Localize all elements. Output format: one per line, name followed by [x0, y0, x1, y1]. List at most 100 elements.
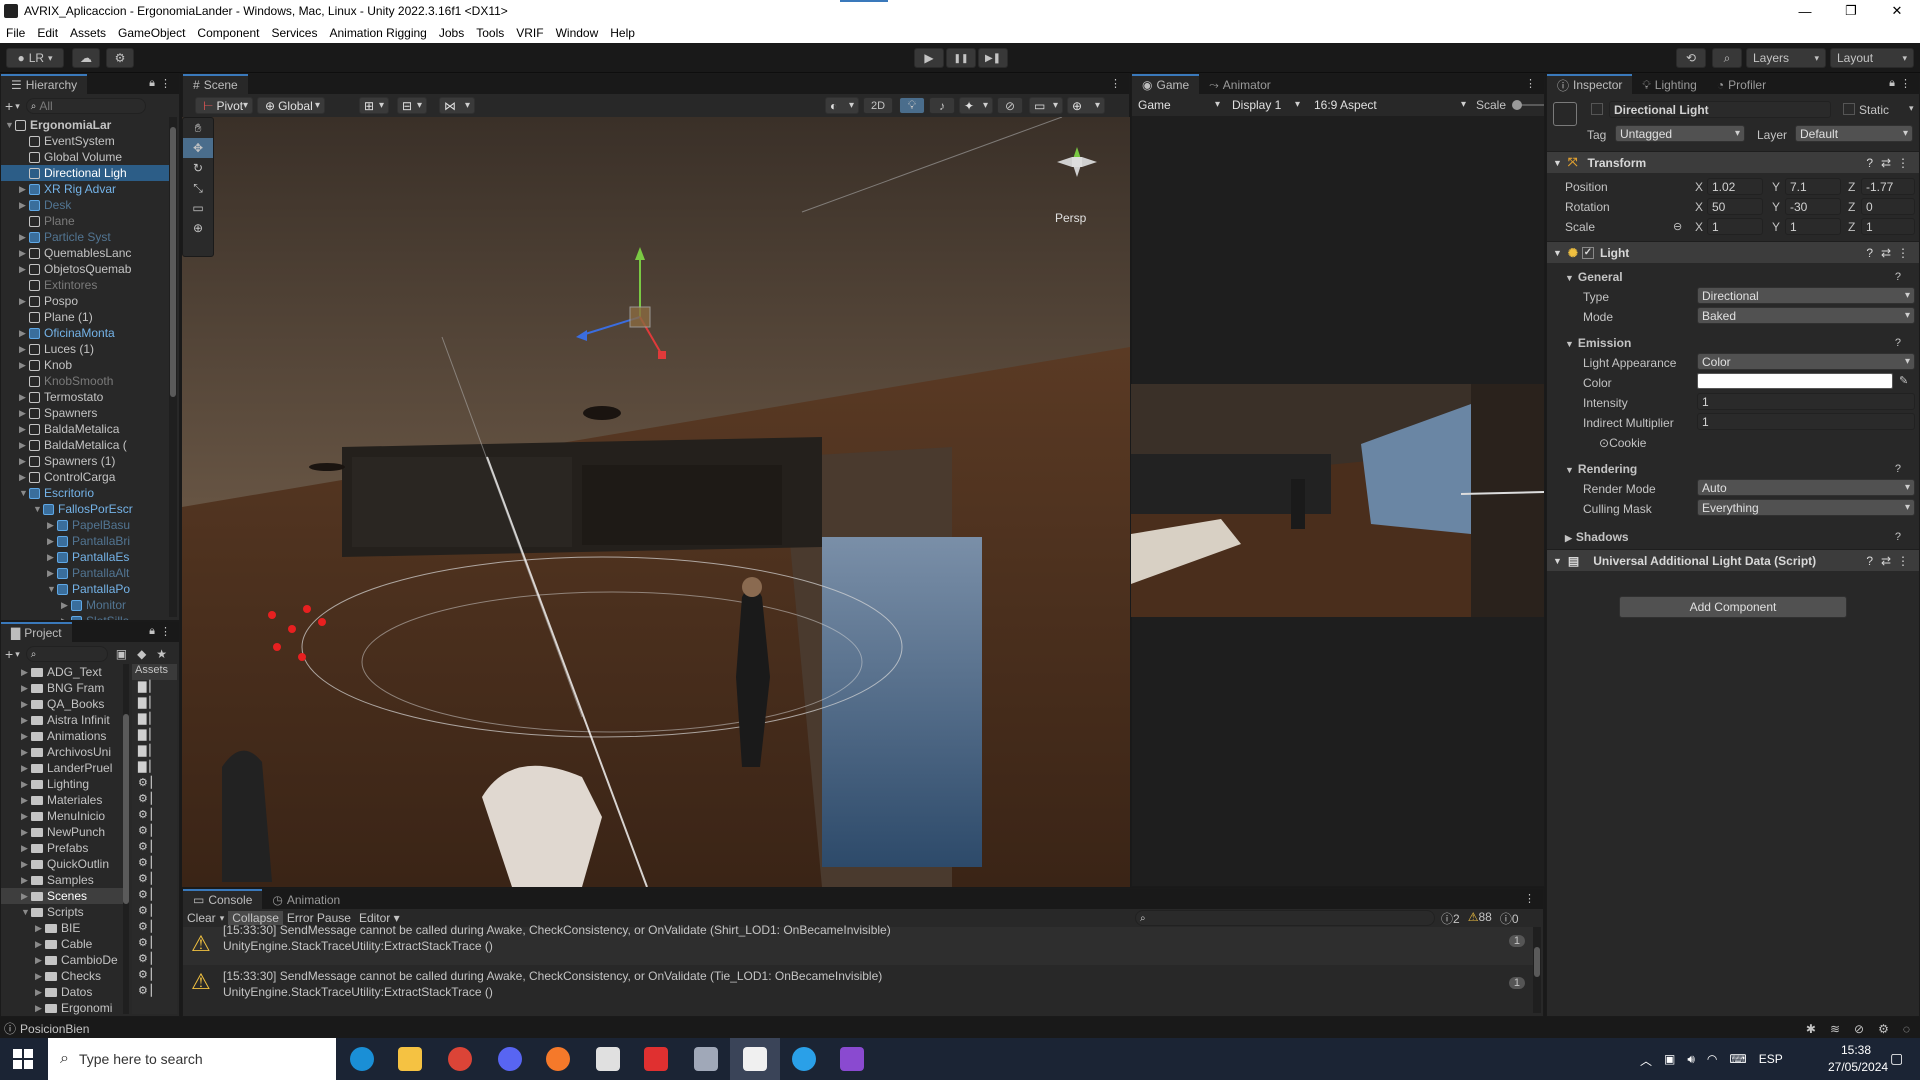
urp-light-data-header[interactable]: ▼ ▤ Universal Additional Light Data (Scr…	[1547, 549, 1919, 571]
chevron-up-icon[interactable]: ︿	[1640, 1052, 1652, 1069]
light-appearance-dropdown[interactable]: Color	[1697, 353, 1915, 370]
project-folder[interactable]: ▶ Aistra Infinit	[1, 712, 125, 728]
hierarchy-item[interactable]: ▶ Desk	[1, 197, 169, 213]
hidden-objects-icon[interactable]: ⊘	[997, 97, 1023, 114]
folder-icon[interactable]: ▇ ▏	[132, 760, 177, 776]
hierarchy-item[interactable]: ▶ SlotSilla	[1, 613, 169, 620]
breadcrumb[interactable]: Assets	[132, 664, 177, 680]
tab-scene[interactable]: # Scene	[183, 74, 248, 94]
unity-asset-icon[interactable]: ⚙ ▏	[132, 952, 177, 968]
tab-profiler[interactable]: ◔ Profiler	[1706, 74, 1777, 94]
transform-tool-icon[interactable]: ⊕	[183, 218, 213, 238]
expand-arrow-icon[interactable]: ▶	[19, 248, 29, 259]
hierarchy-item[interactable]: ▶ ControlCarga	[1, 469, 169, 485]
tab-game[interactable]: ◉ Game	[1132, 74, 1200, 94]
display-dropdown[interactable]: Display 1	[1228, 96, 1304, 113]
active-checkbox[interactable]	[1591, 103, 1603, 115]
expand-arrow-icon[interactable]: ▶	[19, 264, 29, 275]
add-icon[interactable]: +	[5, 646, 13, 662]
menu-window[interactable]: Window	[550, 26, 605, 40]
hierarchy-item[interactable]: ▼ ErgonomiaLar	[1, 117, 169, 133]
perspective-label[interactable]: Persp	[1055, 211, 1086, 225]
menu-animation-rigging[interactable]: Animation Rigging	[323, 26, 432, 40]
scale-x-field[interactable]: 1	[1707, 218, 1763, 235]
hierarchy-item[interactable]: ▶ BaldaMetalica (	[1, 437, 169, 453]
folder-icon[interactable]: ▇ ▏	[132, 744, 177, 760]
console-entry[interactable]: ⚠ [15:33:30] SendMessage cannot be calle…	[183, 965, 1533, 1003]
search-icon[interactable]: ⌕	[1712, 48, 1742, 68]
hierarchy-item[interactable]: ▶ ObjetosQuemab	[1, 261, 169, 277]
expand-arrow-icon[interactable]: ▼	[19, 488, 29, 498]
unity-asset-icon[interactable]: ⚙ ▏	[132, 792, 177, 808]
clear-options-icon[interactable]: ▾	[220, 913, 225, 924]
expand-arrow-icon[interactable]: ▶	[21, 859, 31, 870]
filter-label-icon[interactable]: ◆	[137, 647, 146, 661]
hierarchy-item[interactable]: Global Volume	[1, 149, 169, 165]
project-folder[interactable]: ▶ Datos	[1, 984, 125, 1000]
more-icon[interactable]: ⋮	[1524, 892, 1535, 905]
project-search-input[interactable]: ⌕	[25, 646, 108, 662]
game-view-render[interactable]	[1131, 384, 1544, 617]
expand-arrow-icon[interactable]: ▶	[19, 472, 29, 483]
volume-icon[interactable]: 🔊︎	[1687, 1052, 1695, 1069]
intensity-field[interactable]: 1	[1697, 393, 1915, 410]
hierarchy-item[interactable]: ▶ BaldaMetalica	[1, 421, 169, 437]
filter-type-icon[interactable]: ▣	[116, 647, 127, 661]
project-folder[interactable]: ▶ MenuInicio	[1, 808, 125, 824]
oculus-icon[interactable]	[792, 1047, 816, 1071]
expand-arrow-icon[interactable]: ▶	[35, 955, 45, 966]
file-explorer-icon[interactable]	[398, 1047, 422, 1071]
static-dropdown-icon[interactable]: ▾	[1909, 103, 1914, 114]
position-y-field[interactable]: 7.1	[1785, 178, 1841, 195]
scene-viewport[interactable]: ✋︎ ✥ ↻ ⤡ ▭ ⊕ Persp	[182, 117, 1130, 887]
tab-animator[interactable]: ⤳ Animator	[1199, 74, 1281, 94]
expand-arrow-icon[interactable]: ▶	[35, 1003, 45, 1014]
expand-arrow-icon[interactable]: ▶	[47, 520, 57, 531]
expand-arrow-icon[interactable]: ▶	[19, 392, 29, 403]
cache-icon[interactable]: ≋	[1830, 1022, 1840, 1036]
game-view-dropdown[interactable]: Game	[1134, 96, 1224, 113]
expand-arrow-icon[interactable]: ▶	[21, 715, 31, 726]
hierarchy-item[interactable]: ▶ PapelBasu	[1, 517, 169, 533]
hierarchy-item[interactable]: ▶ Termostato	[1, 389, 169, 405]
menu-gameobject[interactable]: GameObject	[112, 26, 191, 40]
expand-arrow-icon[interactable]: ▶	[47, 536, 57, 547]
scale-z-field[interactable]: 1	[1861, 218, 1915, 235]
maximize-button[interactable]: ❐	[1828, 0, 1874, 22]
error-count-toggle[interactable]: ⓘ0	[1500, 910, 1519, 927]
expand-arrow-icon[interactable]: ▼	[33, 504, 43, 514]
expand-arrow-icon[interactable]: ▶	[19, 344, 29, 355]
unity-asset-icon[interactable]: ⚙ ▏	[132, 888, 177, 904]
global-dropdown[interactable]: ⊕ Global	[257, 97, 325, 114]
hierarchy-item[interactable]: ▶ OficinaMonta	[1, 325, 169, 341]
scale-tool-icon[interactable]: ⤡	[183, 178, 213, 198]
expand-arrow-icon[interactable]: ▶	[19, 296, 29, 307]
static-checkbox[interactable]	[1843, 103, 1855, 115]
expand-arrow-icon[interactable]: ▼	[5, 120, 15, 130]
edge-icon[interactable]	[350, 1047, 374, 1071]
collab-settings-icon[interactable]: ⚙	[106, 48, 134, 68]
clear-button[interactable]: Clear	[183, 911, 220, 925]
hierarchy-item[interactable]: Plane (1)	[1, 309, 169, 325]
expand-arrow-icon[interactable]: ▶	[19, 424, 29, 435]
hand-tool-icon[interactable]: ✋︎	[183, 118, 213, 138]
lock-icon[interactable]: 🔒︎	[149, 77, 155, 90]
hierarchy-item[interactable]: Plane	[1, 213, 169, 229]
unity-asset-icon[interactable]: ⚙ ▏	[132, 968, 177, 984]
folder-icon[interactable]: ▇ ▏	[132, 712, 177, 728]
grid-visibility-icon[interactable]: ⊟	[397, 97, 427, 114]
warning-count-toggle[interactable]: ⚠88	[1468, 910, 1492, 927]
help-icon[interactable]: ?	[1895, 531, 1901, 543]
more-icon[interactable]: ⋮	[1110, 77, 1121, 90]
tab-project[interactable]: ▇ Project	[1, 622, 72, 642]
project-folder[interactable]: ▶ QA_Books	[1, 696, 125, 712]
app-icon[interactable]	[694, 1047, 718, 1071]
camera-settings-icon[interactable]: ▭	[1029, 97, 1063, 114]
hierarchy-item[interactable]: ▶ QuemablesLanc	[1, 245, 169, 261]
windows-start-icon[interactable]	[12, 1048, 34, 1070]
hierarchy-item[interactable]: ▶ Monitor	[1, 597, 169, 613]
debug-icon[interactable]: ✱	[1806, 1022, 1816, 1036]
scale-y-field[interactable]: 1	[1785, 218, 1841, 235]
more-icon[interactable]: ⋮	[1525, 77, 1536, 90]
tag-dropdown[interactable]: Untagged	[1615, 125, 1745, 142]
